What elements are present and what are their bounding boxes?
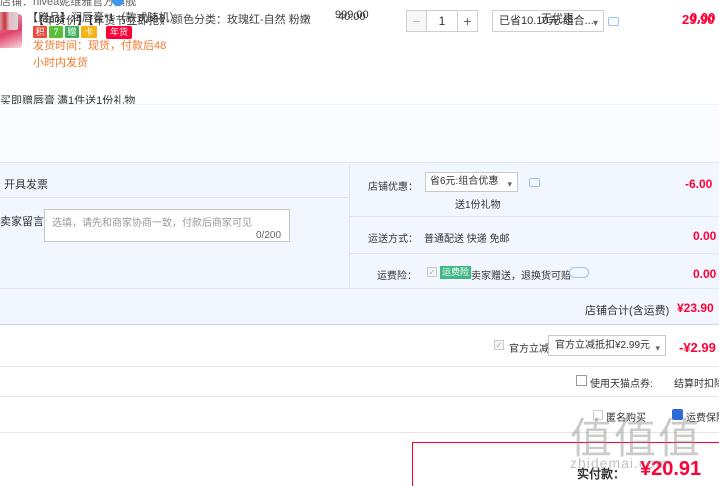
- insurance-label: 运费险：: [377, 271, 417, 282]
- shop-total-value: ¥23.90: [677, 301, 714, 315]
- chevron-down-icon: ▾: [592, 18, 598, 29]
- shipping-label: 运送方式：: [368, 234, 418, 245]
- official-cut-value-text: 官方立减抵扣¥2.99元: [555, 340, 651, 351]
- ship-time-note: 发货时间：现货，付款后48小时内发货: [33, 40, 167, 69]
- official-cut-label: 官方立减: [509, 344, 549, 355]
- shop-total-label: 店铺合计(含运费): [585, 305, 670, 317]
- gift-thumbnail[interactable]: [0, 12, 18, 30]
- chevron-down-icon: ▾: [655, 343, 660, 353]
- divider: [0, 197, 349, 198]
- official-cut-select[interactable]: 官方立减抵扣¥2.99元 ▾: [548, 335, 666, 356]
- gift-item: [0, 104, 719, 162]
- insurance-text: 卖家赠送，退换货可赔: [471, 271, 571, 282]
- message-placeholder: 选填，请先和商家协商一致，付款后商家可见: [52, 218, 252, 229]
- gift-price: 999.00: [335, 9, 369, 21]
- gift-title[interactable]: 【赠品】润唇膏*1（款式随机）: [27, 9, 180, 25]
- chevron-down-icon: ▾: [507, 179, 512, 189]
- quantity-input[interactable]: 1: [427, 10, 457, 32]
- divider: [0, 288, 719, 289]
- pay-label: 实付款：: [577, 467, 626, 481]
- gift-total: 0.00: [690, 10, 716, 25]
- invoice-link[interactable]: 开具发票: [4, 176, 48, 192]
- official-cut-amount: -¥2.99: [679, 340, 716, 355]
- divider: [350, 216, 719, 217]
- insurance-checkbox[interactable]: ✓: [427, 267, 437, 277]
- official-cut-checkbox[interactable]: ✓: [494, 340, 504, 350]
- shipping-method: 普通配送 快递 免邮: [424, 234, 510, 245]
- card-tag-icon: 卡: [81, 26, 97, 38]
- shop-discount-label: 店铺优惠：: [368, 182, 418, 193]
- shield-icon: [672, 409, 683, 420]
- panel-divider: [349, 162, 350, 288]
- order-options-panel: [0, 162, 719, 325]
- anonymous-checkbox[interactable]: [593, 410, 603, 420]
- points-note: 结算时扣除: [674, 379, 719, 390]
- shop-discount-value-text: 省6元:组合优惠: [430, 176, 499, 187]
- seven-day-return-icon: 7: [49, 26, 63, 38]
- insurance-badge: 运费险: [440, 266, 472, 279]
- shop-discount-amount: -6.00: [685, 177, 713, 191]
- shipping-amount: 0.00: [693, 229, 717, 243]
- anonymous-label: 匿名购买: [606, 413, 646, 424]
- divider: [350, 253, 719, 254]
- insurance-option-text[interactable]: 运费保险: [686, 409, 719, 424]
- gift-promo: 无优惠: [541, 13, 574, 25]
- gift-note: 送1份礼物: [455, 200, 501, 211]
- gift-tag-icon: 赠: [65, 26, 79, 38]
- shop-discount-select[interactable]: 省6元:组合优惠 ▾: [425, 172, 518, 192]
- increase-button[interactable]: +: [457, 10, 478, 32]
- insurance-amount: 0.00: [693, 267, 717, 281]
- quantity-stepper: − 1 +: [406, 10, 478, 32]
- message-count: 0/200: [256, 230, 282, 241]
- pay-amount: ¥20.91: [640, 458, 702, 480]
- points-label: 使用天猫点券:: [590, 379, 653, 390]
- points-tag-icon: 积: [33, 26, 47, 38]
- sku-info: 颜色分类：玫瑰红-自然 粉嫩: [172, 14, 311, 26]
- chat-icon[interactable]: [529, 178, 540, 187]
- chat-icon[interactable]: [608, 17, 619, 26]
- points-checkbox[interactable]: [576, 375, 587, 386]
- shop-header: 店铺：nivea妮维雅官方旗舰: [0, 0, 719, 8]
- decrease-button[interactable]: −: [406, 10, 427, 32]
- info-icon[interactable]: [569, 267, 589, 278]
